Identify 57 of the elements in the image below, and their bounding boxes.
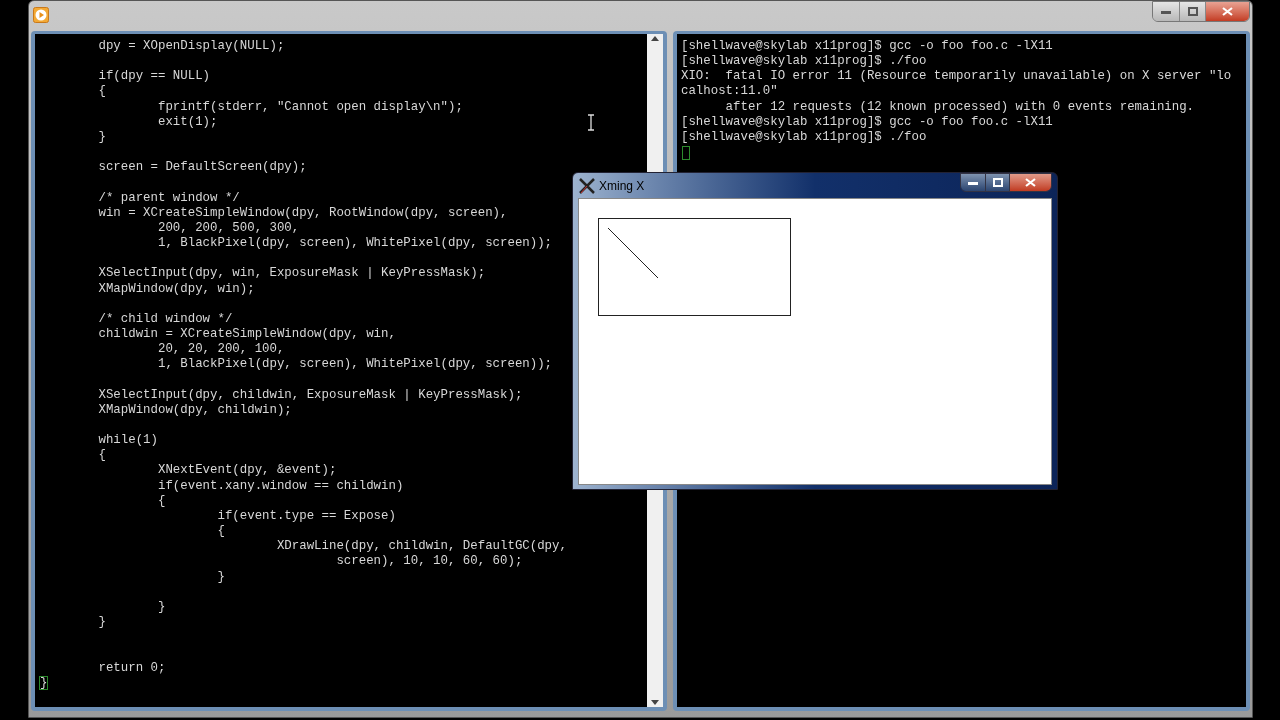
- code-line: XDrawLine(dpy, childwin, DefaultGC(dpy,: [275, 539, 567, 555]
- code-line: /* parent window */: [97, 190, 240, 206]
- code-line: XMapWindow(dpy, win);: [97, 281, 255, 297]
- maximize-button[interactable]: [985, 174, 1009, 191]
- code-line: 1, BlackPixel(dpy, screen), WhitePixel(dpy, screen));: [156, 357, 553, 373]
- close-icon: [1222, 7, 1233, 16]
- close-icon: [1025, 178, 1036, 187]
- code-line: }: [216, 569, 225, 585]
- code-line: if(event.type == Expose): [216, 508, 396, 525]
- code-line: {: [216, 524, 225, 540]
- code-line: while(1): [97, 433, 158, 449]
- code-line: }: [156, 599, 166, 616]
- block-cursor: [682, 146, 690, 161]
- maximize-icon: [1187, 7, 1198, 16]
- code-line: if(dpy == NULL): [97, 69, 211, 85]
- code-line: win = XCreateSimpleWindow(dpy, RootWindow(dpy, screen),: [97, 205, 508, 221]
- terminal-line: XIO: fatal IO error 11 (Resource temporarily unavailable) on X server "lo: [681, 69, 1232, 85]
- code-line: }: [97, 129, 106, 146]
- x-logo-icon: [579, 178, 595, 194]
- code-line: 1, BlackPixel(dpy, screen), WhitePixel(dpy, screen));: [156, 236, 553, 252]
- terminal-line: calhost:11.0": [681, 84, 778, 100]
- code-line: {: [97, 448, 106, 464]
- terminal-line: [shellwave@skylab x11prog]$ ./foo: [681, 129, 927, 146]
- scroll-up-icon[interactable]: [651, 36, 659, 41]
- code-line: /* child window */: [97, 311, 233, 328]
- minimize-icon: [1161, 9, 1171, 14]
- code-line: }: [97, 615, 106, 631]
- code-line: screen = DefaultScreen(dpy);: [97, 160, 307, 176]
- terminal-line: [shellwave@skylab x11prog]$ ./foo: [681, 54, 927, 70]
- window-title: Xming X: [599, 178, 645, 195]
- code-line: {: [97, 84, 106, 100]
- code-line: XSelectInput(dpy, win, ExposureMask | KeyPressMask);: [97, 266, 486, 282]
- code-line: {: [156, 493, 166, 509]
- code-line: childwin = XCreateSimpleWindow(dpy, win,: [97, 327, 396, 343]
- terminal-line: [shellwave@skylab x11prog]$ gcc -o foo foo.c -lX11: [681, 39, 1053, 55]
- scroll-down-icon[interactable]: [651, 700, 659, 705]
- maximize-icon: [992, 178, 1003, 187]
- code-line: XSelectInput(dpy, childwin, ExposureMask | KeyPressMask);: [97, 387, 523, 403]
- text-cursor-icon: [587, 114, 595, 131]
- code-line: 200, 200, 500, 300,: [156, 220, 300, 237]
- code-line: exit(1);: [156, 114, 218, 130]
- code-line: XMapWindow(dpy, childwin);: [97, 402, 292, 418]
- code-line: dpy = XOpenDisplay(NULL);: [97, 39, 285, 55]
- close-button[interactable]: [1009, 174, 1051, 191]
- terminal-line: after 12 requests (12 known processed) with 0 events remaining.: [724, 99, 1195, 115]
- code-line: screen), 10, 10, 60, 60);: [335, 554, 523, 570]
- minimize-button[interactable]: [961, 174, 985, 191]
- code-line: 20, 20, 200, 100,: [156, 342, 285, 358]
- app-icon: [33, 7, 49, 23]
- code-line: if(event.xany.window == childwin): [156, 478, 404, 494]
- minimize-icon: [968, 180, 978, 185]
- code-line: return 0;: [97, 660, 166, 676]
- code-line: fprintf(stderr, "Cannot open display\n");: [156, 99, 463, 115]
- terminal-line: [shellwave@skylab x11prog]$ gcc -o foo foo.c -lX11: [681, 114, 1053, 130]
- maximize-button[interactable]: [1179, 2, 1205, 21]
- code-line: XNextEvent(dpy, &event);: [156, 463, 337, 479]
- minimize-button[interactable]: [1153, 2, 1179, 21]
